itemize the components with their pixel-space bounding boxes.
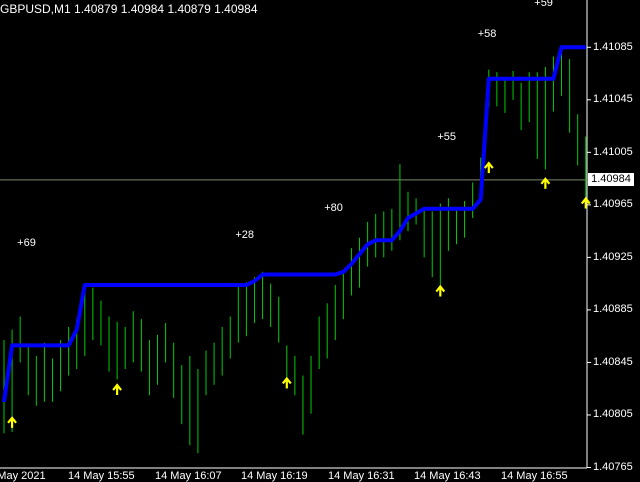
time-tick: 14 May 15:55 — [68, 470, 135, 482]
trail-line-layer — [2, 45, 586, 403]
price-tick: 1.40925 — [593, 250, 633, 263]
price-tick: 1.41005 — [593, 145, 633, 158]
pip-label: +28 — [235, 229, 254, 242]
price-tick: 1.40845 — [593, 355, 633, 368]
axes-layer — [0, 0, 591, 469]
up-arrow-icon — [435, 284, 446, 297]
up-arrow-icon — [7, 416, 17, 428]
chart-window[interactable]: GBPUSD,M1 1.40879 1.40984 1.40879 1.4098… — [0, 0, 640, 482]
pip-label: +69 — [17, 237, 36, 250]
pip-label: +59 — [534, 0, 553, 9]
up-arrow-icon — [483, 161, 494, 174]
price-tick: 1.40805 — [593, 408, 633, 421]
price-tick: 1.40965 — [593, 198, 633, 211]
time-tick: 14 May 16:07 — [155, 470, 222, 482]
current-price-label: 1.40984 — [588, 173, 634, 187]
time-tick: 14 May 2021 — [0, 470, 46, 482]
time-tick: 14 May 16:31 — [328, 470, 395, 482]
pip-label: +55 — [437, 130, 456, 143]
time-tick: 14 May 16:43 — [414, 470, 481, 482]
price-tick: 1.40765 — [593, 460, 633, 473]
trail-line — [2, 45, 586, 403]
price-tick: 1.41085 — [593, 40, 633, 53]
chart-title: GBPUSD,M1 1.40879 1.40984 1.40879 1.4098… — [0, 2, 258, 16]
pip-label: +58 — [477, 28, 497, 41]
candles-layer — [3, 45, 587, 454]
up-arrow-icon — [112, 383, 122, 396]
price-tick: 1.41045 — [593, 93, 633, 106]
time-tick: 14 May 16:19 — [241, 470, 308, 482]
plot-area[interactable] — [0, 0, 640, 480]
up-arrow-icon — [580, 196, 591, 209]
price-tick: 1.40885 — [593, 303, 633, 316]
up-arrow-icon — [281, 376, 292, 389]
pip-label: +80 — [324, 201, 343, 214]
time-tick: 14 May 16:55 — [501, 470, 568, 482]
arrows-layer — [7, 161, 591, 428]
